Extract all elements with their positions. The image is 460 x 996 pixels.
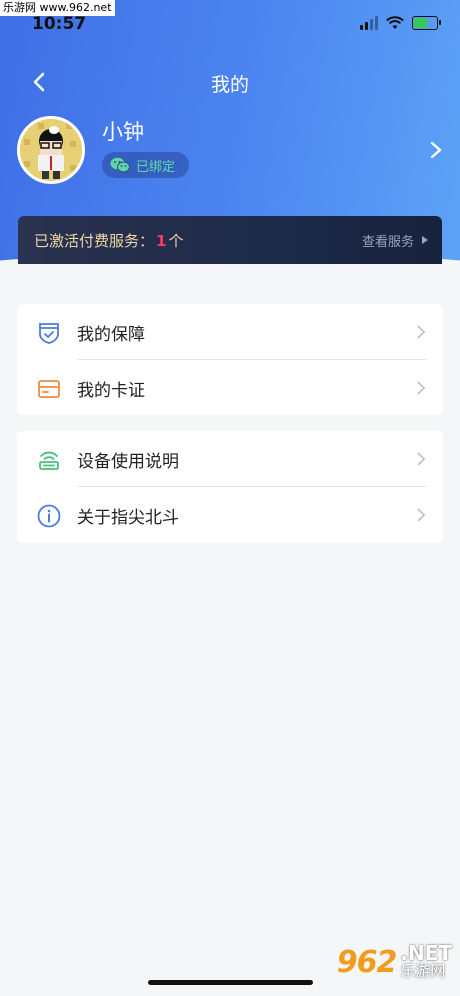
- page-title: 我的: [210, 74, 249, 96]
- cellular-signal-icon: [360, 16, 378, 30]
- menu-item-label: 设备使用说明: [77, 451, 179, 472]
- service-status: 已激活付费服务： 1 个: [34, 230, 183, 251]
- home-indicator[interactable]: [148, 980, 313, 985]
- triangle-right-icon: [422, 236, 428, 244]
- menu-item-label: 我的卡证: [77, 380, 145, 401]
- menu-item-label: 关于指尖北斗: [77, 507, 179, 528]
- card-icon: [38, 380, 60, 398]
- menu-card-2: 设备使用说明 关于指尖北斗: [17, 431, 443, 543]
- wechat-icon: [110, 157, 130, 173]
- wechat-bound-badge[interactable]: 已绑定: [102, 152, 190, 178]
- wifi-icon: [386, 16, 404, 29]
- watermark-logo: 962 .NET 乐游网: [336, 941, 452, 980]
- service-label: 已激活付费服务：: [34, 231, 155, 250]
- battery-icon: [412, 16, 441, 30]
- menu-item-my-protection[interactable]: 我的保障: [17, 304, 443, 360]
- view-services-link[interactable]: 查看服务: [362, 231, 428, 250]
- chevron-right-icon: [417, 381, 426, 395]
- menu-item-about[interactable]: 关于指尖北斗: [17, 487, 443, 543]
- wechat-status-label: 已绑定: [136, 159, 176, 175]
- watermark-top: 乐游网 www.962.net: [0, 0, 115, 16]
- chevron-right-icon: [417, 325, 426, 339]
- menu-item-label: 我的保障: [77, 324, 145, 345]
- paid-service-bar: 已激活付费服务： 1 个 查看服务: [18, 216, 442, 264]
- profile-chevron-right-icon[interactable]: [426, 138, 446, 162]
- view-services-label: 查看服务: [361, 234, 414, 250]
- chevron-right-icon: [417, 508, 426, 522]
- avatar-image: [20, 119, 82, 181]
- status-icons: [360, 16, 441, 30]
- info-icon: [37, 504, 61, 528]
- watermark-logo-number: 962: [336, 944, 398, 980]
- menu-item-device-guide[interactable]: 设备使用说明: [17, 431, 443, 487]
- watermark-site: .NET 乐游网: [400, 941, 452, 980]
- menu-card-1: 我的保障 我的卡证: [17, 304, 443, 415]
- service-unit: 个: [168, 231, 184, 250]
- watermark-cn: 乐游网: [400, 962, 446, 980]
- watermark-net: .NET: [400, 941, 452, 965]
- menu-item-my-cards[interactable]: 我的卡证: [17, 360, 443, 416]
- service-count: 1: [156, 231, 167, 250]
- device-icon: [39, 451, 59, 470]
- shield-check-icon: [39, 323, 59, 344]
- username: 小钟: [102, 120, 144, 144]
- avatar[interactable]: [17, 116, 85, 184]
- status-time: 10:57: [32, 14, 87, 34]
- chevron-right-icon: [417, 452, 426, 466]
